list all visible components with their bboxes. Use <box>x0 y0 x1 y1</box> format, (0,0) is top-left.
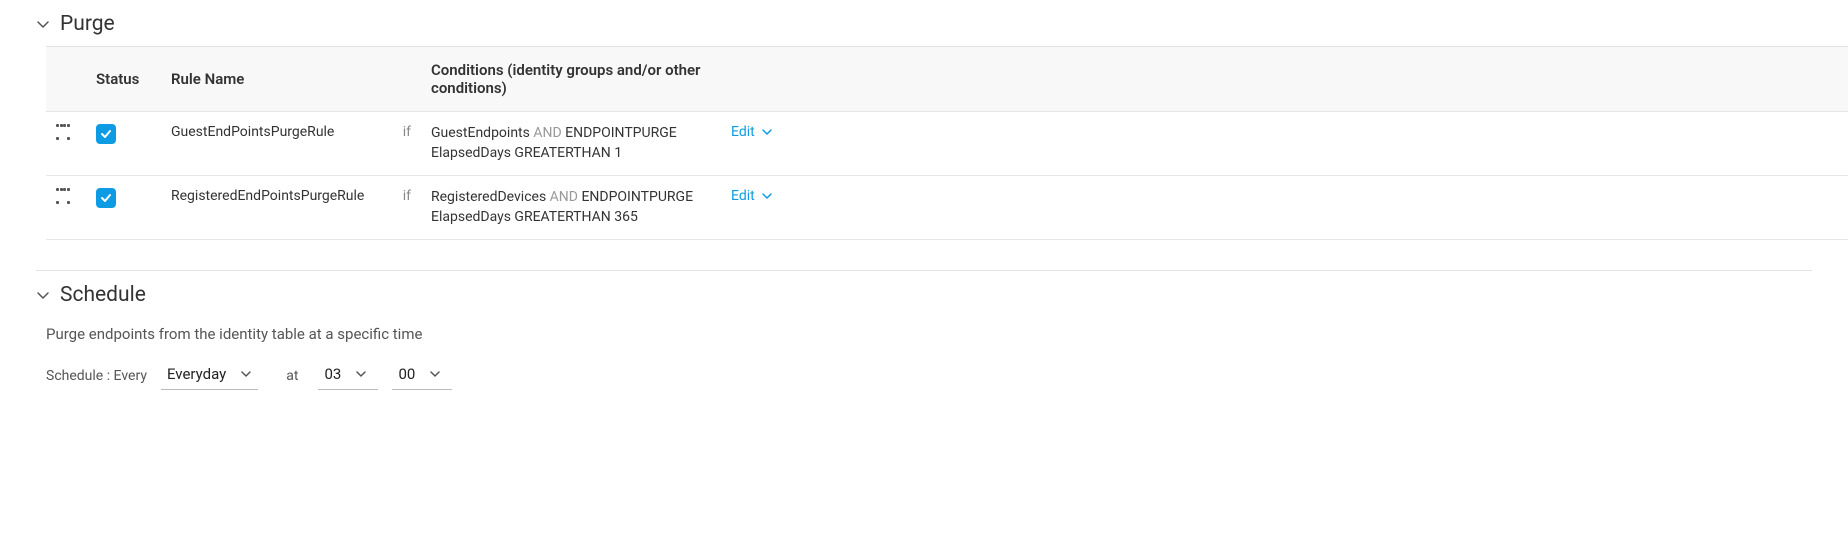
rule-name-label: RegisteredEndPointsPurgeRule <box>171 188 364 204</box>
schedule-description: Purge endpoints from the identity table … <box>0 317 1848 343</box>
table-header-row: Status Rule Name Conditions (identity gr… <box>46 47 1848 112</box>
conditions-column-header: Conditions (identity groups and/or other… <box>421 47 721 112</box>
purge-rules-table: Status Rule Name Conditions (identity gr… <box>46 46 1848 240</box>
condition-line-2: ElapsedDays GREATERTHAN 1 <box>431 144 711 164</box>
schedule-header[interactable]: Schedule <box>0 271 1848 317</box>
chevron-down-icon <box>429 368 441 380</box>
rule-name-label: GuestEndPointsPurgeRule <box>171 124 334 140</box>
purge-section: Purge Status Rule Name Conditions (ident… <box>0 0 1848 240</box>
hour-dropdown[interactable]: 03 <box>318 361 378 390</box>
chevron-down-icon <box>36 288 50 302</box>
status-checkbox[interactable] <box>96 188 116 208</box>
purge-header[interactable]: Purge <box>0 0 1848 46</box>
drag-handle-icon[interactable] <box>56 124 70 140</box>
status-checkbox[interactable] <box>96 124 116 144</box>
chevron-down-icon <box>761 190 773 202</box>
edit-button[interactable]: Edit <box>731 124 773 140</box>
edit-button[interactable]: Edit <box>731 188 773 204</box>
table-row: GuestEndPointsPurgeRule if GuestEndpoint… <box>46 112 1848 176</box>
frequency-dropdown[interactable]: Everyday <box>161 361 258 390</box>
rulename-column-header: Rule Name <box>161 47 391 112</box>
chevron-down-icon <box>355 368 367 380</box>
chevron-down-icon <box>761 126 773 138</box>
schedule-prefix-label: Schedule : Every <box>46 368 147 384</box>
drag-handle-icon[interactable] <box>56 188 70 204</box>
chevron-down-icon <box>36 17 50 31</box>
status-column-header: Status <box>86 47 161 112</box>
at-label: at <box>286 368 298 384</box>
schedule-section: Schedule Purge endpoints from the identi… <box>0 271 1848 408</box>
schedule-title: Schedule <box>60 283 146 307</box>
if-label: if <box>403 188 411 204</box>
chevron-down-icon <box>240 368 252 380</box>
condition-line-1: GuestEndpoints AND ENDPOINTPURGE <box>431 124 711 144</box>
purge-title: Purge <box>60 12 115 36</box>
if-label: if <box>403 124 411 140</box>
condition-line-1: RegisteredDevices AND ENDPOINTPURGE <box>431 188 711 208</box>
minute-dropdown[interactable]: 00 <box>392 361 452 390</box>
schedule-controls: Schedule : Every Everyday at 03 00 <box>0 343 1848 408</box>
table-row: RegisteredEndPointsPurgeRule if Register… <box>46 176 1848 240</box>
condition-line-2: ElapsedDays GREATERTHAN 365 <box>431 208 711 228</box>
